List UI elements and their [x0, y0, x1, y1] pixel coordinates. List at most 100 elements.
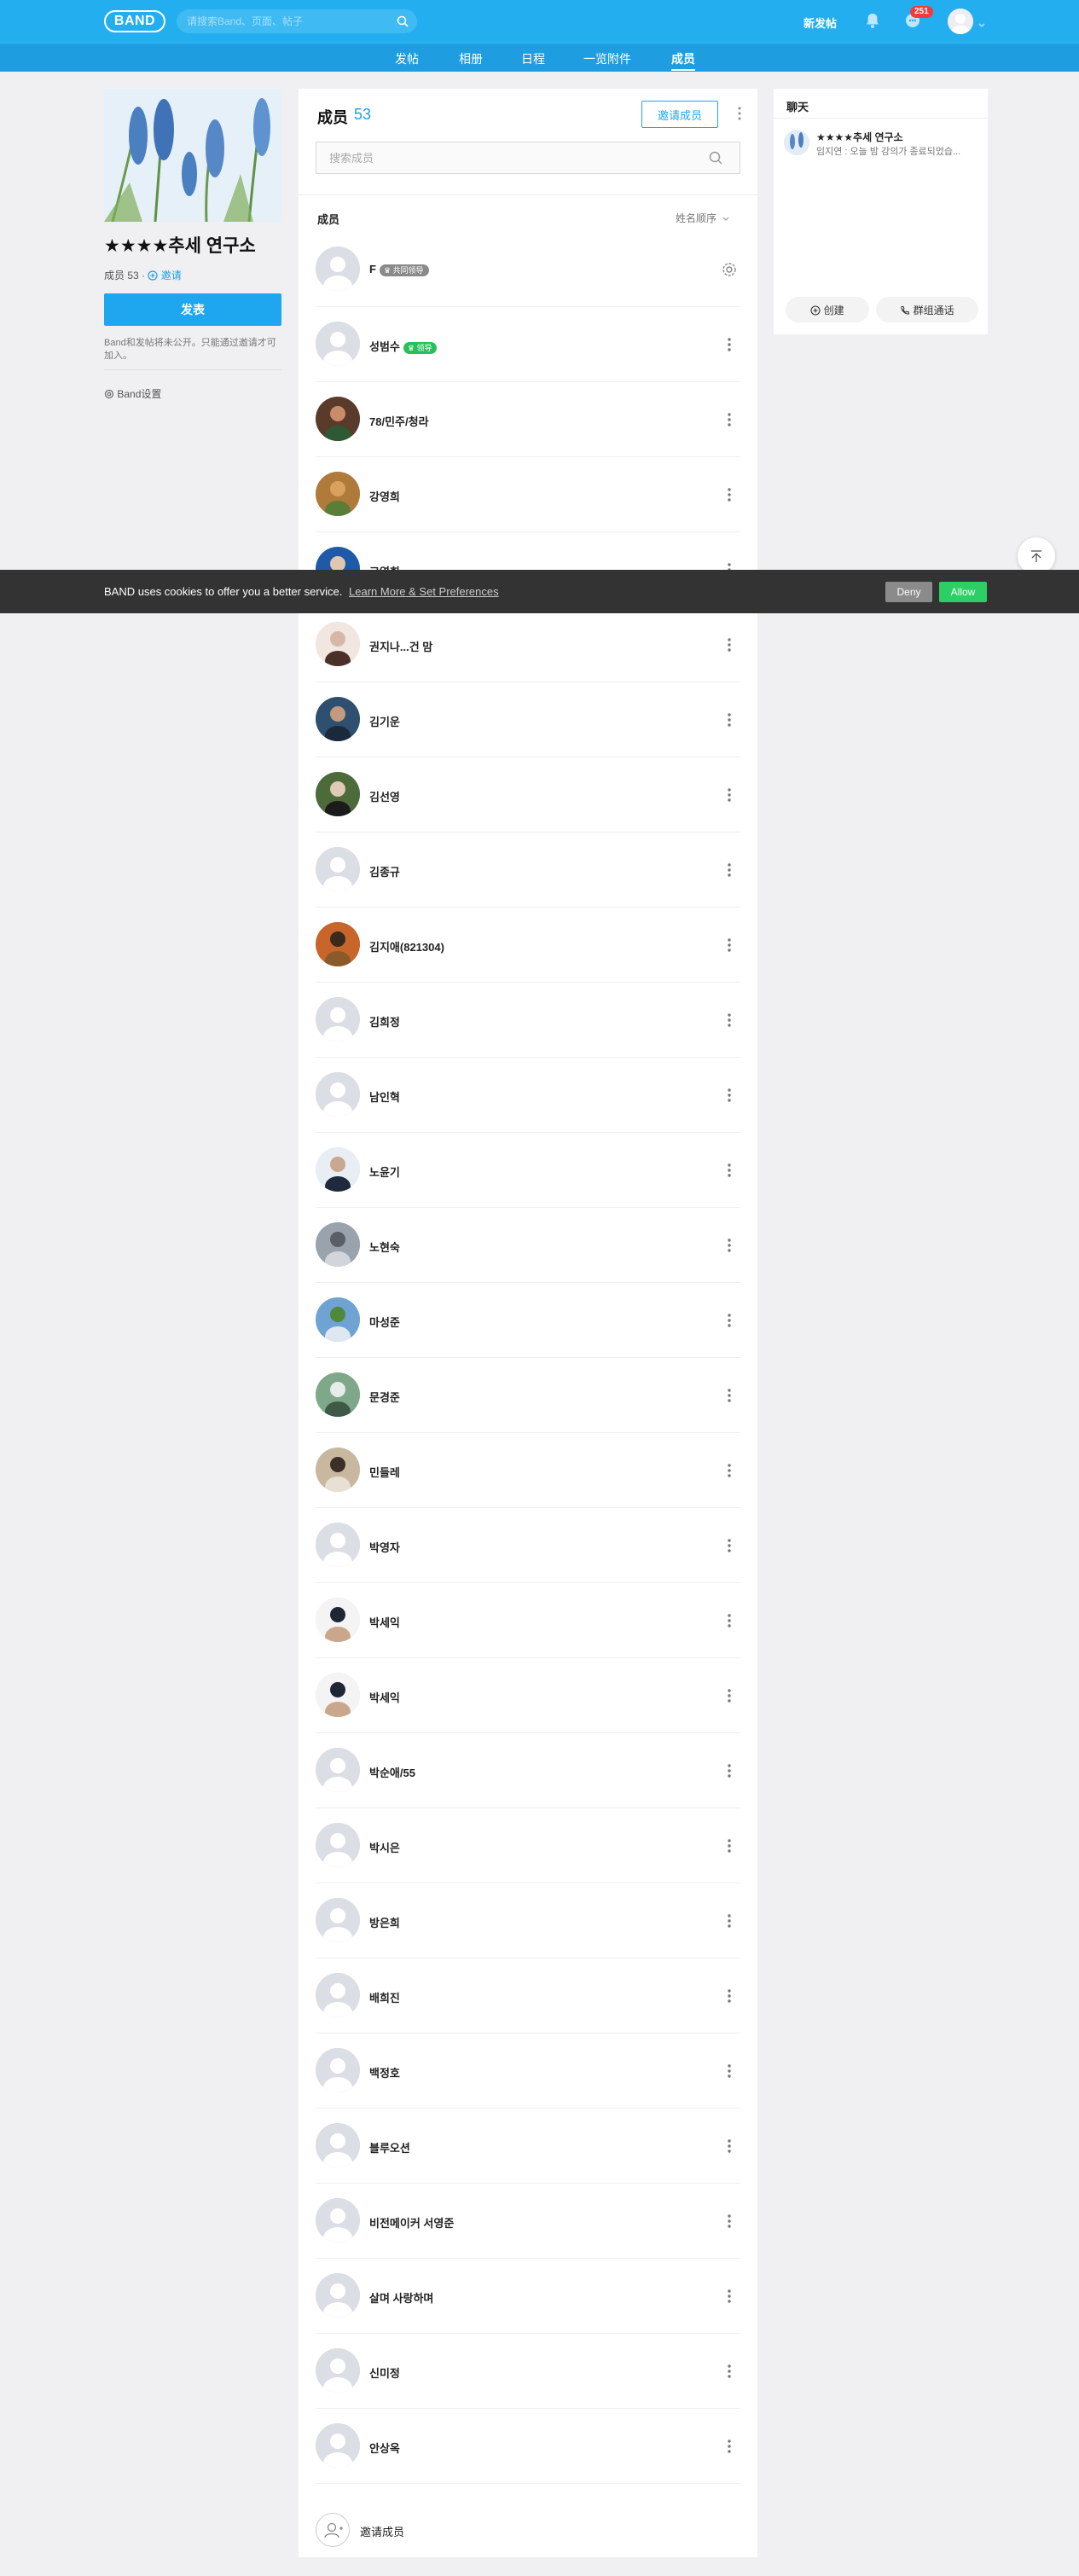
member-row[interactable]: 노현숙 — [316, 1208, 740, 1283]
member-row[interactable]: 김지애(821304) — [316, 908, 740, 983]
member-avatar[interactable] — [316, 922, 360, 966]
global-search[interactable] — [177, 9, 417, 33]
member-name-wrap[interactable]: 박순애/55 — [369, 1764, 415, 1780]
member-row[interactable]: 살며 사랑하며 — [316, 2259, 740, 2334]
member-name-wrap[interactable]: 권지나...건 맘 — [369, 638, 432, 654]
chevron-down-icon[interactable] — [978, 17, 985, 32]
more-vertical-icon[interactable] — [725, 786, 734, 804]
member-row[interactable]: 박영자 — [316, 1508, 740, 1583]
member-row[interactable]: 김희정 — [316, 983, 740, 1058]
member-name-wrap[interactable]: 김기운 — [369, 713, 400, 729]
member-name-wrap[interactable]: 문경준 — [369, 1389, 400, 1405]
member-name-wrap[interactable]: 신미정 — [369, 2364, 400, 2381]
member-avatar[interactable] — [316, 1973, 360, 2017]
member-row[interactable]: 박세익 — [316, 1658, 740, 1733]
member-avatar[interactable] — [316, 2123, 360, 2167]
member-name-wrap[interactable]: 박세익 — [369, 1614, 400, 1630]
member-avatar[interactable] — [316, 1147, 360, 1192]
more-vertical-icon[interactable] — [738, 107, 741, 125]
member-avatar[interactable] — [316, 622, 360, 666]
member-avatar[interactable] — [316, 2198, 360, 2242]
member-row[interactable]: 노윤기 — [316, 1133, 740, 1208]
more-vertical-icon[interactable] — [725, 711, 734, 728]
invite-member-row[interactable]: 邀请成员 — [316, 2508, 740, 2550]
more-vertical-icon[interactable] — [725, 336, 734, 353]
member-name-wrap[interactable]: 백정호 — [369, 2064, 400, 2080]
more-vertical-icon[interactable] — [725, 2063, 734, 2080]
band-cover-image[interactable] — [104, 89, 281, 222]
more-vertical-icon[interactable] — [725, 862, 734, 879]
member-row[interactable]: 안상옥 — [316, 2409, 740, 2484]
member-row[interactable]: 박순애/55 — [316, 1733, 740, 1808]
member-row[interactable]: 백정호 — [316, 2034, 740, 2109]
member-avatar[interactable] — [316, 697, 360, 741]
member-name-wrap[interactable]: 노현숙 — [369, 1239, 400, 1255]
member-name-wrap[interactable]: 마성준 — [369, 1314, 400, 1330]
tab-album[interactable]: 相册 — [459, 50, 483, 67]
member-search[interactable] — [316, 142, 740, 174]
member-avatar[interactable] — [316, 397, 360, 441]
member-name-wrap[interactable]: 박시은 — [369, 1839, 400, 1855]
member-name-wrap[interactable]: 김선영 — [369, 788, 400, 804]
member-avatar[interactable] — [316, 997, 360, 1041]
deny-cookies-button[interactable]: Deny — [885, 582, 932, 602]
member-name-wrap[interactable]: 박영자 — [369, 1539, 400, 1555]
member-row[interactable]: 박세익 — [316, 1583, 740, 1658]
member-avatar[interactable] — [316, 1372, 360, 1417]
member-avatar[interactable] — [316, 772, 360, 816]
search-icon[interactable] — [709, 151, 722, 169]
member-avatar[interactable] — [316, 472, 360, 516]
more-vertical-icon[interactable] — [725, 1387, 734, 1404]
more-vertical-icon[interactable] — [725, 937, 734, 954]
bell-icon[interactable] — [865, 12, 880, 33]
gear-icon[interactable] — [721, 261, 738, 282]
member-row[interactable]: 배희진 — [316, 1958, 740, 2034]
member-name-wrap[interactable]: 안상옥 — [369, 2440, 400, 2456]
member-row[interactable]: 문경준 — [316, 1358, 740, 1433]
plus-circle-icon[interactable] — [148, 270, 160, 281]
member-name-wrap[interactable]: 비전메이커 서영준 — [369, 2214, 454, 2231]
member-name-wrap[interactable]: 살며 사랑하며 — [369, 2289, 433, 2306]
member-avatar[interactable] — [316, 1297, 360, 1342]
more-vertical-icon[interactable] — [725, 486, 734, 503]
more-vertical-icon[interactable] — [725, 1987, 734, 2005]
member-avatar[interactable] — [316, 1523, 360, 1567]
member-row[interactable]: 방은희 — [316, 1883, 740, 1958]
profile-avatar[interactable] — [948, 9, 973, 34]
member-avatar[interactable] — [316, 1898, 360, 1942]
more-vertical-icon[interactable] — [725, 1162, 734, 1179]
tab-calendar[interactable]: 日程 — [521, 50, 545, 67]
member-avatar[interactable] — [316, 1598, 360, 1642]
member-avatar[interactable] — [316, 847, 360, 891]
member-row[interactable]: 김선영 — [316, 757, 740, 833]
member-row[interactable]: 김기운 — [316, 682, 740, 757]
member-avatar[interactable] — [316, 1222, 360, 1267]
more-vertical-icon[interactable] — [725, 411, 734, 428]
member-count[interactable]: 成员 53 — [104, 270, 139, 281]
invite-link[interactable]: 邀请 — [161, 270, 182, 281]
member-avatar[interactable] — [316, 2048, 360, 2092]
member-row[interactable]: F ♛ 共同领导 — [316, 232, 740, 307]
tab-attachments[interactable]: 一览附件 — [583, 50, 631, 67]
member-row[interactable]: 강영희 — [316, 457, 740, 532]
member-avatar[interactable] — [316, 1823, 360, 1867]
more-vertical-icon[interactable] — [725, 1612, 734, 1629]
search-icon[interactable] — [397, 15, 409, 32]
member-name-wrap[interactable]: 78/민주/청라 — [369, 413, 429, 429]
cookie-preferences-link[interactable]: Learn More & Set Preferences — [349, 585, 499, 598]
member-row[interactable]: 마성준 — [316, 1283, 740, 1358]
member-avatar[interactable] — [316, 247, 360, 291]
more-vertical-icon[interactable] — [725, 636, 734, 653]
tab-posts[interactable]: 发帖 — [395, 50, 419, 67]
member-name-wrap[interactable]: 박세익 — [369, 1689, 400, 1705]
more-vertical-icon[interactable] — [725, 2363, 734, 2380]
band-settings-link[interactable]: Band设置 — [104, 386, 161, 401]
more-vertical-icon[interactable] — [725, 1012, 734, 1029]
more-vertical-icon[interactable] — [725, 2438, 734, 2455]
member-row[interactable]: 민들레 — [316, 1433, 740, 1508]
member-name-wrap[interactable]: 민들레 — [369, 1464, 400, 1480]
allow-cookies-button[interactable]: Allow — [939, 582, 987, 602]
member-name-wrap[interactable]: 김종규 — [369, 863, 400, 879]
post-button[interactable]: 发表 — [104, 293, 281, 326]
member-name-wrap[interactable]: F ♛ 共同领导 — [369, 263, 429, 276]
